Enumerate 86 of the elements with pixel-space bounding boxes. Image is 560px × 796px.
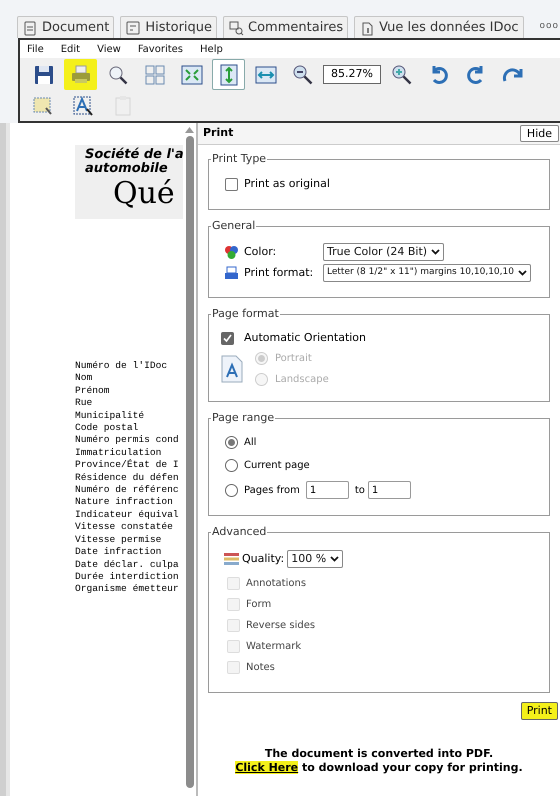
history-icon <box>125 20 142 36</box>
conversion-message: The document is converted into PDF. <box>264 747 494 761</box>
checkbox-label: Watermark <box>246 640 302 654</box>
field-label: Vitesse permise <box>75 534 162 546</box>
range-label: to <box>354 484 365 498</box>
checkbox-label: Form <box>246 598 272 612</box>
tab[interactable]: Historique <box>120 16 218 38</box>
field-label: Quality: <box>242 550 284 567</box>
field-label: Print format: <box>244 264 314 281</box>
checkbox-label: Reverse sides <box>246 619 316 633</box>
radio-label: Landscape <box>275 372 329 386</box>
download-message: Click Here to download your copy for printing. <box>235 761 523 775</box>
radio-button[interactable] <box>225 436 238 449</box>
field-label: Rue <box>75 397 94 410</box>
field-label: Province/État de I <box>75 459 180 472</box>
radio-label: Current page <box>244 459 310 473</box>
field-label: Immatriculation <box>75 446 162 459</box>
checkbox-label: Print as original <box>244 176 330 192</box>
field-label: Organisme émetteur <box>75 583 180 596</box>
field-label: Numéro permis cond <box>75 434 180 447</box>
radio-button[interactable] <box>225 459 238 472</box>
section-legend: Print Type <box>211 152 268 166</box>
color-circles-icon <box>224 244 239 260</box>
field-label: Résidence du défen <box>75 472 180 484</box>
checkbox[interactable] <box>225 178 238 191</box>
menu-item[interactable]: File <box>27 42 44 56</box>
expand-arrows-icon <box>180 62 204 86</box>
comments-icon <box>228 20 244 36</box>
download-link[interactable]: Click Here <box>235 761 298 774</box>
menu-item[interactable]: Favorites <box>138 42 184 56</box>
panel-title: Print <box>203 125 234 142</box>
zoom-in-icon <box>390 62 414 86</box>
page-letter-icon <box>221 354 243 382</box>
menu-item[interactable]: Help <box>200 42 223 56</box>
field-label: Indicateur équival <box>75 508 180 522</box>
chevron-down-icon <box>431 249 440 255</box>
field-label: Nom <box>75 372 94 385</box>
section-legend: Page format <box>211 307 280 321</box>
hide-button[interactable]: Hide <box>520 125 559 142</box>
field-label: Date déclar. culpa <box>75 558 180 571</box>
dropdown[interactable]: Letter (8 1/2" x 11") margins 10,10,10,10 <box>323 264 531 282</box>
tab[interactable]: Commentaires <box>223 16 348 38</box>
radio-label: All <box>244 436 256 450</box>
logo-text: Qué <box>112 176 176 212</box>
document-icon <box>22 20 38 36</box>
scrollbar-thumb[interactable] <box>186 136 194 788</box>
chevron-down-icon <box>330 556 340 562</box>
scroll-up-icon[interactable] <box>185 127 194 133</box>
quality-bars-icon <box>224 553 239 565</box>
field-label: Color: <box>244 244 278 260</box>
field-label: Durée interdiction <box>75 570 180 584</box>
checkbox-label: Automatic Orientation <box>244 330 366 346</box>
radio-label: Portrait <box>275 352 312 366</box>
field-label: Code postal <box>75 422 140 434</box>
dropdown[interactable]: True Color (24 Bit) <box>323 243 444 261</box>
dropdown[interactable]: 100 % <box>287 550 344 568</box>
page-to-field[interactable]: 1 <box>368 481 411 499</box>
section-legend: Page range <box>211 411 276 425</box>
toolbar-button[interactable] <box>212 59 245 90</box>
text-select-icon <box>71 94 95 118</box>
checkbox[interactable] <box>221 332 234 345</box>
printer-icon <box>224 266 239 280</box>
field-label: Vitesse constatée <box>75 521 174 534</box>
page-from-field[interactable]: 1 <box>306 481 349 499</box>
field-label: Nature infraction <box>75 496 174 509</box>
logo-text: Société de l'a <box>85 148 183 162</box>
chevron-down-icon <box>518 270 527 276</box>
field-label: Numéro de référenc <box>75 484 180 496</box>
grid-icon <box>142 62 166 86</box>
field-label: Date infraction <box>75 546 162 558</box>
checkbox-label: Notes <box>246 661 275 675</box>
radio-label: Pages from <box>244 484 300 498</box>
logo-text: automobile <box>85 162 169 176</box>
zoom-field[interactable]: 85.27% <box>323 65 381 84</box>
field-label: Municipalité <box>75 410 146 422</box>
tab[interactable]: Vue les données IDoc <box>354 16 524 38</box>
print-button[interactable]: Print <box>520 702 558 720</box>
checkbox-label: Annotations <box>246 577 306 591</box>
radio-button[interactable] <box>225 484 238 496</box>
zoom-out-icon <box>290 62 314 86</box>
tab[interactable]: Document <box>17 16 114 38</box>
field-label: Numéro de l'IDoc <box>75 360 168 372</box>
overflow-menu[interactable]: ooo <box>539 20 559 33</box>
menu-item[interactable]: View <box>97 42 121 56</box>
field-label: Prénom <box>75 384 111 398</box>
menu-item[interactable]: Edit <box>60 42 80 56</box>
